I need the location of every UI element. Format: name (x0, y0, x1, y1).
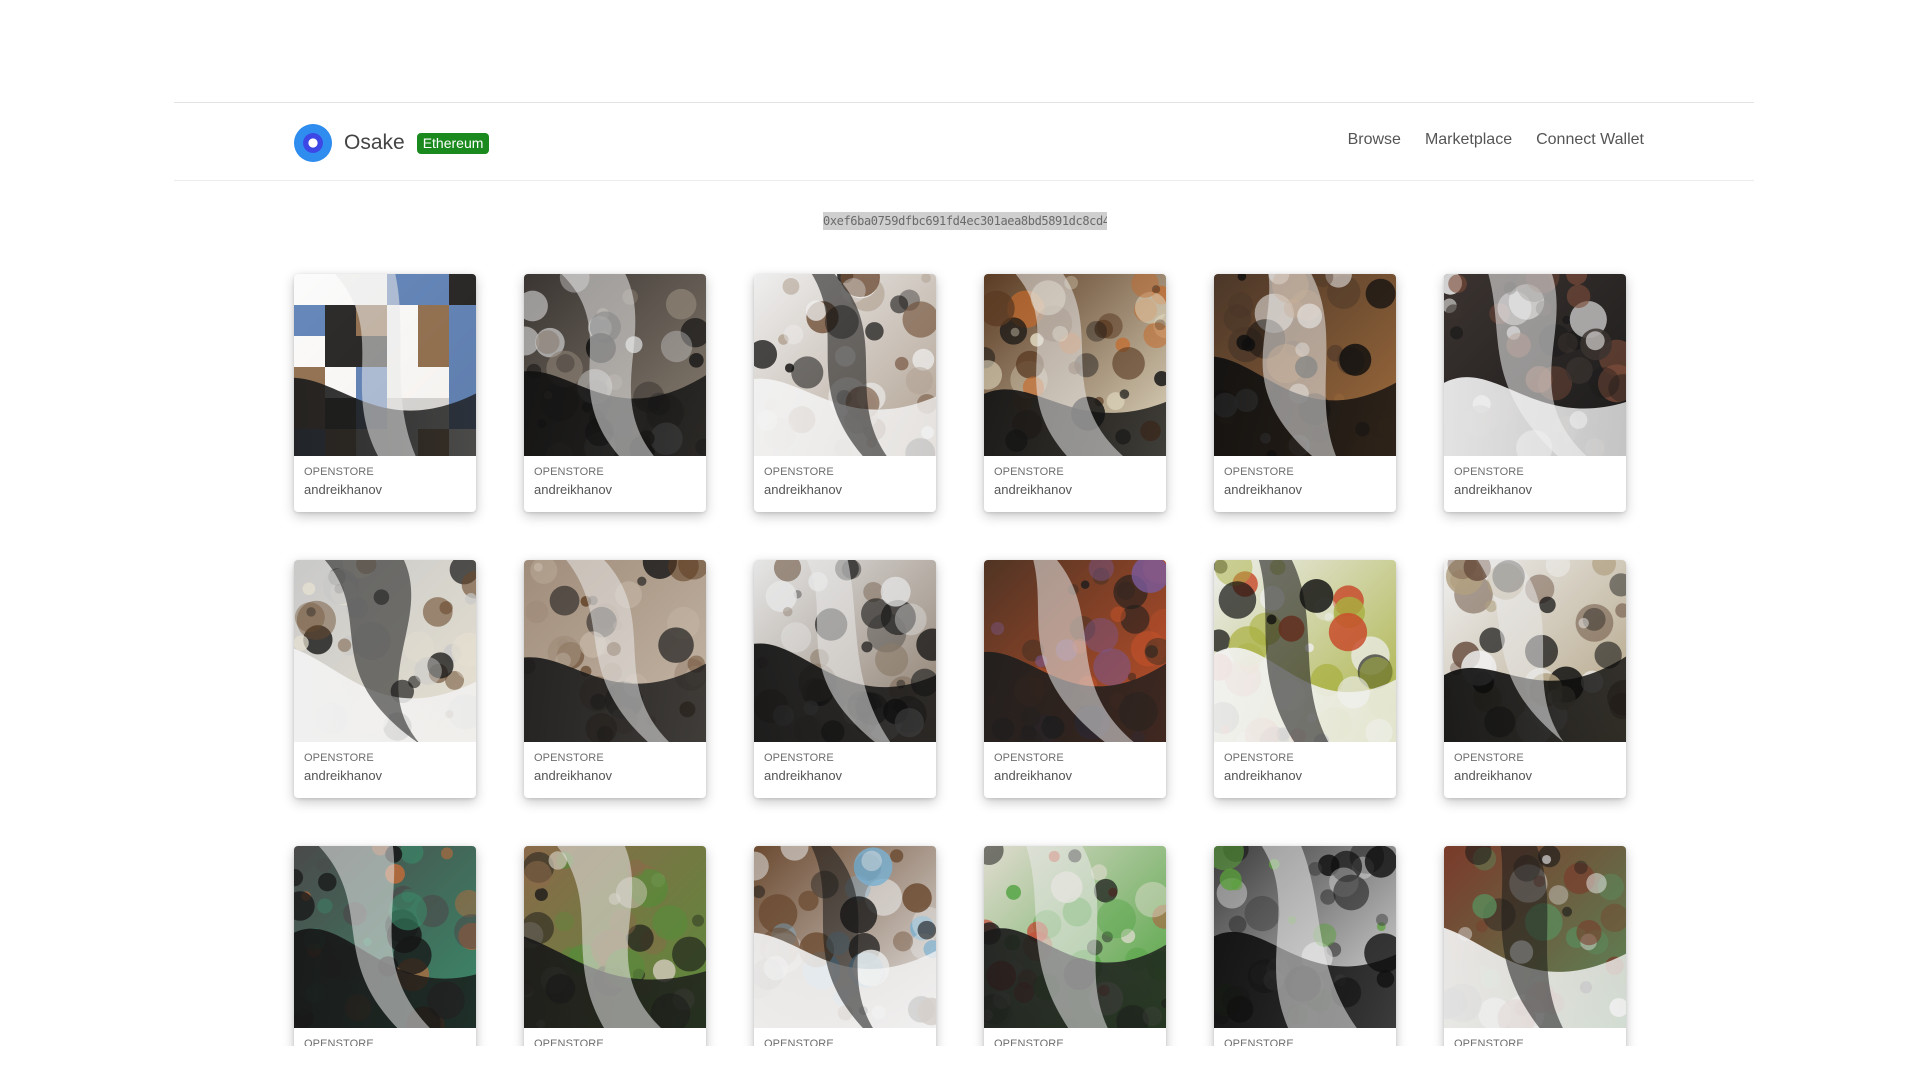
nft-card[interactable]: OPENSTORE andreikhanov (754, 560, 936, 798)
nft-artwork-image[interactable] (1214, 274, 1396, 456)
nft-card-meta: OPENSTORE andreikhanov (524, 742, 706, 783)
network-badge: Ethereum (416, 132, 490, 154)
nft-card-meta: OPENSTORE andreikhanov (754, 456, 936, 497)
nft-card-meta: OPENSTORE andreikhanov (1444, 456, 1626, 497)
nft-artwork-image[interactable] (1444, 274, 1626, 456)
nft-collection-label: OPENSTORE (994, 466, 1064, 478)
nft-collection-label: OPENSTORE (1224, 1038, 1294, 1046)
nft-collection-label: OPENSTORE (764, 752, 834, 764)
nft-card[interactable]: OPENSTOREandreikhanov (984, 846, 1166, 1046)
nft-collection-label: OPENSTORE (1224, 752, 1294, 764)
nft-card-meta: OPENSTORE andreikhanov (1444, 742, 1626, 783)
nft-artwork-image[interactable] (294, 560, 476, 742)
nft-collection-label: OPENSTORE (304, 752, 374, 764)
nft-collection-label: OPENSTORE (1454, 466, 1524, 478)
nft-artwork-image[interactable] (1214, 846, 1396, 1028)
nft-card[interactable]: OPENSTORE andreikhanov (1214, 560, 1396, 798)
nft-artwork-image[interactable] (1214, 560, 1396, 742)
navbar: Osake Ethereum Browse Marketplace Connec… (174, 103, 1754, 181)
nav-links: Browse Marketplace Connect Wallet (1348, 131, 1644, 149)
nft-card-meta: OPENSTORE andreikhanov (294, 742, 476, 783)
nft-artwork-image[interactable] (524, 274, 706, 456)
nft-collection-label: OPENSTORE (534, 752, 604, 764)
nft-card-meta: OPENSTOREandreikhanov (294, 1028, 476, 1046)
nft-card-meta: OPENSTORE andreikhanov (1214, 456, 1396, 497)
nft-collection-label: OPENSTORE (304, 1038, 374, 1046)
nft-card-meta: OPENSTORE andreikhanov (1214, 742, 1396, 783)
nft-collection-label: OPENSTORE (1224, 466, 1294, 478)
nft-artwork-image[interactable] (294, 846, 476, 1028)
nft-card-meta: OPENSTOREandreikhanov (1214, 1028, 1396, 1046)
nft-artwork-image[interactable] (984, 274, 1166, 456)
nft-card[interactable]: OPENSTORE andreikhanov (524, 560, 706, 798)
nft-collection-label: OPENSTORE (1454, 752, 1524, 764)
nft-card[interactable]: OPENSTOREandreikhanov (1214, 846, 1396, 1046)
nft-artwork-image[interactable] (1444, 846, 1626, 1028)
nft-card[interactable]: OPENSTOREandreikhanov (1444, 846, 1626, 1046)
nft-card[interactable]: OPENSTORE andreikhanov (294, 560, 476, 798)
nft-card[interactable]: OPENSTORE andreikhanov (754, 274, 936, 512)
nft-card[interactable]: OPENSTOREandreikhanov (754, 846, 936, 1046)
nft-artwork-image[interactable] (754, 560, 936, 742)
nft-creator-name[interactable]: andreikhanov (304, 768, 466, 783)
nft-card[interactable]: OPENSTORE andreikhanov (984, 274, 1166, 512)
nft-artwork-image[interactable] (524, 846, 706, 1028)
nft-card-meta: OPENSTOREandreikhanov (754, 1028, 936, 1046)
nft-collection-label: OPENSTORE (534, 466, 604, 478)
nft-creator-name[interactable]: andreikhanov (1454, 768, 1616, 783)
nft-artwork-image[interactable] (1444, 560, 1626, 742)
nft-card[interactable]: OPENSTORE andreikhanov (984, 560, 1166, 798)
nft-card[interactable]: OPENSTOREandreikhanov (524, 846, 706, 1046)
nft-card-meta: OPENSTOREandreikhanov (524, 1028, 706, 1046)
nft-card-meta: OPENSTORE andreikhanov (984, 742, 1166, 783)
nft-creator-name[interactable]: andreikhanov (534, 482, 696, 497)
nft-creator-name[interactable]: andreikhanov (1224, 482, 1386, 497)
nft-card-meta: OPENSTORE andreikhanov (754, 742, 936, 783)
nft-creator-name[interactable]: andreikhanov (764, 768, 926, 783)
nft-collection-label: OPENSTORE (304, 466, 374, 478)
nft-card[interactable]: OPENSTORE andreikhanov (1444, 274, 1626, 512)
osake-logo-icon (294, 124, 332, 162)
nft-card[interactable]: OPENSTORE andreikhanov (294, 274, 476, 512)
nft-card[interactable]: OPENSTORE andreikhanov (1214, 274, 1396, 512)
nft-creator-name[interactable]: andreikhanov (1224, 768, 1386, 783)
nft-card-meta: OPENSTOREandreikhanov (984, 1028, 1166, 1046)
nft-artwork-image[interactable] (984, 846, 1166, 1028)
nft-collection-label: OPENSTORE (1454, 1038, 1524, 1046)
nft-collection-label: OPENSTORE (994, 1038, 1064, 1046)
nav-browse-link[interactable]: Browse (1348, 131, 1401, 149)
nft-creator-name[interactable]: andreikhanov (534, 768, 696, 783)
nft-collection-label: OPENSTORE (534, 1038, 604, 1046)
nft-artwork-image[interactable] (754, 274, 936, 456)
nft-artwork-image[interactable] (754, 846, 936, 1028)
nav-connect-wallet-link[interactable]: Connect Wallet (1536, 131, 1644, 149)
nft-card[interactable]: OPENSTOREandreikhanov (294, 846, 476, 1046)
nft-card-meta: OPENSTORE andreikhanov (524, 456, 706, 497)
nft-card-meta: OPENSTORE andreikhanov (294, 456, 476, 497)
nft-creator-name[interactable]: andreikhanov (764, 482, 926, 497)
wallet-address[interactable]: 0xef6ba0759dfbc691fd4ec301aea8bd5891dc8c… (823, 212, 1107, 230)
page-frame: Osake Ethereum Browse Marketplace Connec… (174, 102, 1754, 1046)
nft-creator-name[interactable]: andreikhanov (994, 482, 1156, 497)
nft-creator-name[interactable]: andreikhanov (994, 768, 1156, 783)
nft-collection-label: OPENSTORE (994, 752, 1064, 764)
nft-card[interactable]: OPENSTORE andreikhanov (524, 274, 706, 512)
brand[interactable]: Osake Ethereum (294, 123, 490, 163)
nft-artwork-image[interactable] (984, 560, 1166, 742)
nft-artwork-image[interactable] (294, 274, 476, 456)
nft-artwork-image[interactable] (524, 560, 706, 742)
nft-card-meta: OPENSTOREandreikhanov (1444, 1028, 1626, 1046)
nft-creator-name[interactable]: andreikhanov (304, 482, 466, 497)
nft-collection-label: OPENSTORE (764, 1038, 834, 1046)
nft-creator-name[interactable]: andreikhanov (1454, 482, 1616, 497)
nft-card[interactable]: OPENSTORE andreikhanov (1444, 560, 1626, 798)
brand-name: Osake (344, 131, 405, 154)
nft-collection-label: OPENSTORE (764, 466, 834, 478)
nav-marketplace-link[interactable]: Marketplace (1425, 131, 1512, 149)
nft-card-meta: OPENSTORE andreikhanov (984, 456, 1166, 497)
